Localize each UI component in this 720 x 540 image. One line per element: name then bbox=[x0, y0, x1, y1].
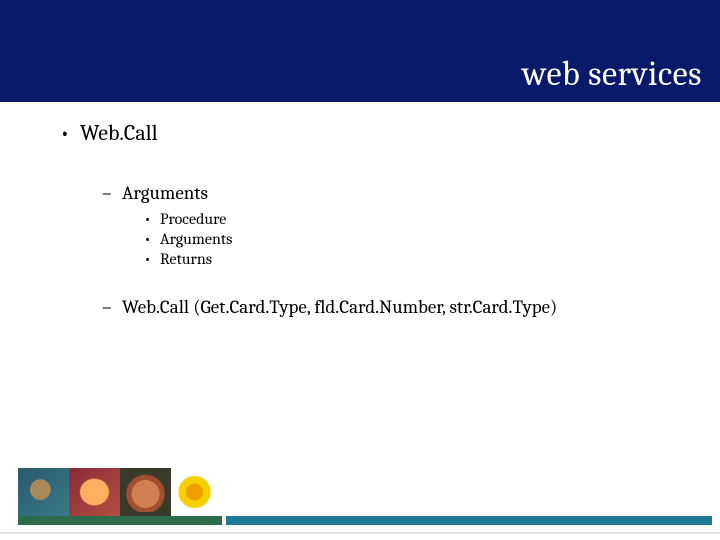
bullet-webcall-label: Web.Call bbox=[80, 120, 158, 146]
title-band: web services bbox=[0, 0, 720, 102]
slide-title: web services bbox=[522, 54, 702, 94]
footer-bar-teal bbox=[226, 516, 712, 525]
footer-thumb-3 bbox=[120, 468, 171, 516]
slide-content: Web.Call Arguments Procedure Arguments R… bbox=[0, 120, 720, 354]
bullet-arguments: Arguments Procedure Arguments Returns bbox=[102, 182, 720, 268]
footer-bar-green bbox=[18, 516, 222, 525]
footer-bar-row bbox=[18, 516, 712, 525]
footer-image-strip bbox=[18, 468, 222, 516]
footer-divider bbox=[0, 532, 720, 534]
footer-thumb-4 bbox=[171, 468, 222, 516]
footer-thumb-1 bbox=[18, 468, 69, 516]
bullet-arg-procedure: Procedure bbox=[144, 210, 720, 228]
bullet-example-call: Web.Call (Get.Card.Type, fld.Card.Number… bbox=[102, 296, 720, 318]
footer-thumb-2 bbox=[69, 468, 120, 516]
bullet-arguments-label: Arguments bbox=[122, 182, 208, 204]
bullet-arg-arguments: Arguments bbox=[144, 230, 720, 248]
bullet-webcall: Web.Call Arguments Procedure Arguments R… bbox=[60, 120, 720, 318]
bullet-example-call-text: Web.Call (Get.Card.Type, fld.Card.Number… bbox=[122, 296, 557, 318]
bullet-arg-returns: Returns bbox=[144, 250, 720, 268]
